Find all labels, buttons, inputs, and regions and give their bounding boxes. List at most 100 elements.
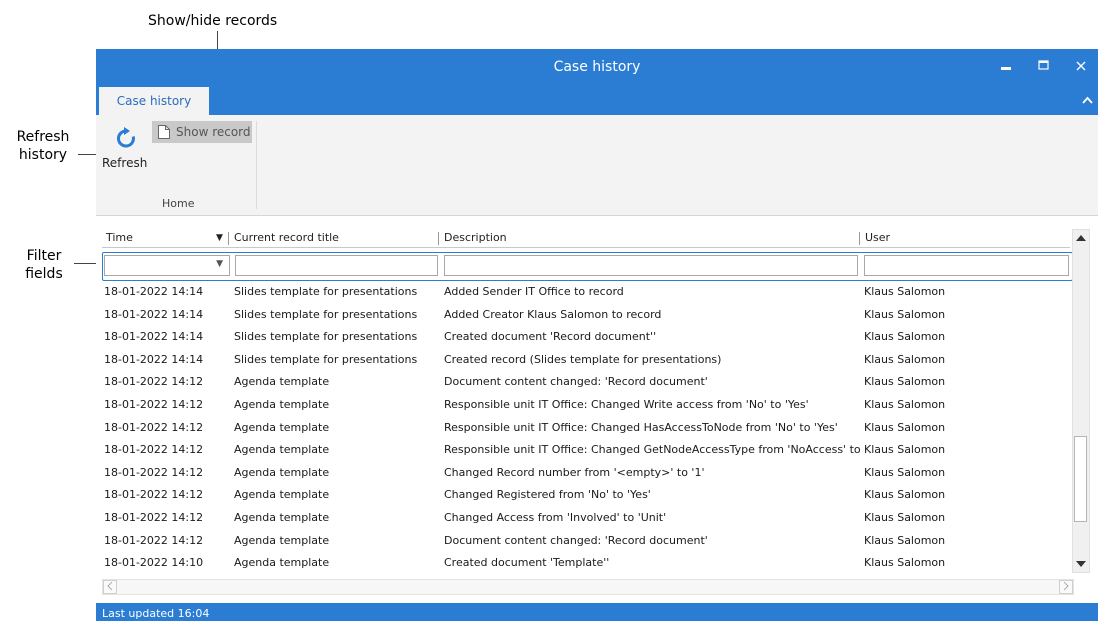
cell-record-title: Slides template for presentations [234,307,418,321]
cell-description: Added Creator Klaus Salomon to record [444,307,662,321]
cell-description: Created document 'Template'' [444,556,610,570]
table-row[interactable]: 18-01-2022 14:12 Agenda template Responsib… [96,393,1066,416]
table-row[interactable]: 18-01-2022 14:14 Slides template for pres… [96,280,1066,303]
table-row[interactable]: 18-01-2022 14:12 Agenda template Responsib… [96,438,1066,461]
table-row[interactable]: 18-01-2022 14:14 Slides template for pres… [96,348,1066,371]
show-record-label: Show record [176,125,251,139]
cell-user: Klaus Salomon [864,352,946,366]
ribbon-panel: Refresh Show record Home [96,115,1098,216]
minimize-icon [1001,67,1011,70]
cell-description: Responsible unit IT Office: Changed Writ… [444,398,809,411]
vertical-scrollbar[interactable] [1072,229,1090,573]
cell-description: Responsible unit IT Office: Changed HasA… [444,420,838,434]
cell-record-title: Agenda template [234,465,330,479]
cell-record-title: Slides template for presentations [234,330,418,344]
cell-description: Responsible unit IT Office: Changed GetN… [444,443,864,457]
callout-filter-fields: Filter fields [14,247,74,283]
cell-record-title: Slides template for presentations [234,285,418,298]
cell-record-title: Agenda template [234,533,330,547]
cell-time: 18-01-2022 14:12 [104,511,204,524]
cell-record-title: Agenda template [234,398,330,411]
cell-time: 18-01-2022 14:12 [104,465,204,479]
show-record-button[interactable]: Show record [152,121,252,143]
cell-description: Created record (Slides template for pres… [444,352,722,366]
maximize-button[interactable] [1032,57,1054,77]
cell-time: 18-01-2022 14:12 [104,375,204,389]
collapse-ribbon-button[interactable] [1080,91,1094,109]
table-row[interactable]: 18-01-2022 14:12 Agenda template Document … [96,529,1066,552]
column-header-description[interactable]: Description [440,229,840,247]
scroll-down-button[interactable] [1073,556,1089,572]
arrow-down-icon [1076,561,1086,567]
chevron-down-icon: ▼ [216,259,223,269]
table-row[interactable]: 18-01-2022 14:14 Slides template for pres… [96,325,1066,348]
cell-user: Klaus Salomon [864,556,946,570]
window-title: Case history [553,59,641,75]
callout-refresh-line2: history [18,147,68,163]
last-updated-text: Last updated 16:04 [102,607,210,620]
scroll-left-button[interactable] [103,580,117,594]
cell-record-title: Agenda template [234,488,330,502]
tab-case-history[interactable]: Case history [99,87,209,115]
chevron-up-icon [1081,96,1093,104]
cell-user: Klaus Salomon [864,307,946,321]
callout-filter-line2: fields [25,266,63,282]
column-header-time[interactable]: Time [102,229,202,247]
title-filter-input[interactable] [235,255,438,276]
cell-user: Klaus Salomon [864,285,946,298]
header-divider [438,232,439,245]
history-grid: Time ▼ Current record title Description … [96,216,1098,602]
arrow-left-icon [107,581,113,591]
scroll-right-button[interactable] [1059,580,1073,594]
scroll-thumb[interactable] [1074,436,1087,522]
minimize-button[interactable] [995,57,1017,77]
document-icon [158,125,170,139]
cell-time: 18-01-2022 14:14 [104,285,204,298]
time-filter-select[interactable]: ▼ [104,255,230,276]
table-row[interactable]: 18-01-2022 14:12 Agenda template Responsib… [96,416,1066,439]
cell-record-title: Agenda template [234,375,330,389]
user-filter-input[interactable] [864,255,1069,276]
cell-time: 18-01-2022 14:10 [104,556,204,570]
cell-user: Klaus Salomon [864,488,946,502]
table-row[interactable]: 18-01-2022 14:14 Slides template for pres… [96,303,1066,326]
refresh-icon [117,127,135,148]
cell-description: Changed Access from 'Involved' to 'Unit' [444,511,667,524]
scroll-up-button[interactable] [1073,230,1089,246]
maximize-icon [1037,60,1049,70]
refresh-button[interactable]: Refresh [102,125,148,177]
callout-leader-refresh [78,154,98,155]
cell-user: Klaus Salomon [864,375,946,389]
table-row[interactable]: 18-01-2022 14:12 Agenda template Changed R… [96,461,1066,484]
column-header-title[interactable]: Current record title [230,229,430,247]
cell-time: 18-01-2022 14:12 [104,398,204,411]
column-header-user[interactable]: User [861,229,1061,247]
refresh-label: Refresh [102,156,148,170]
cell-time: 18-01-2022 14:12 [104,488,204,502]
arrow-right-icon [1063,581,1069,591]
sort-desc-icon[interactable]: ▼ [212,229,232,247]
arrow-up-icon [1076,235,1086,241]
table-row[interactable]: 18-01-2022 14:12 Agenda template Changed A… [96,506,1066,529]
table-row[interactable]: 18-01-2022 14:10 Agenda template Created d… [96,551,1066,574]
ribbon-group-home-label: Home [162,197,195,210]
horizontal-scrollbar[interactable] [102,579,1074,595]
callout-refresh-line1: Refresh [16,129,70,145]
description-filter-input[interactable] [444,255,858,276]
cell-user: Klaus Salomon [864,443,946,457]
cell-record-title: Agenda template [234,420,330,434]
cell-time: 18-01-2022 14:12 [104,420,204,434]
status-bar: Last updated 16:04 [96,603,1098,621]
cell-user: Klaus Salomon [864,420,946,434]
cell-user: Klaus Salomon [864,465,946,479]
cell-record-title: Slides template for presentations [234,352,418,366]
cell-time: 18-01-2022 14:12 [104,443,204,457]
close-button[interactable] [1070,57,1092,77]
table-row[interactable]: 18-01-2022 14:12 Agenda template Document … [96,370,1066,393]
cell-record-title: Agenda template [234,511,330,524]
cell-time: 18-01-2022 14:14 [104,352,204,366]
cell-description: Changed Record number from '<empty>' to … [444,465,705,479]
cell-time: 18-01-2022 14:14 [104,307,204,321]
table-row[interactable]: 18-01-2022 14:12 Agenda template Changed R… [96,483,1066,506]
cell-user: Klaus Salomon [864,511,946,524]
